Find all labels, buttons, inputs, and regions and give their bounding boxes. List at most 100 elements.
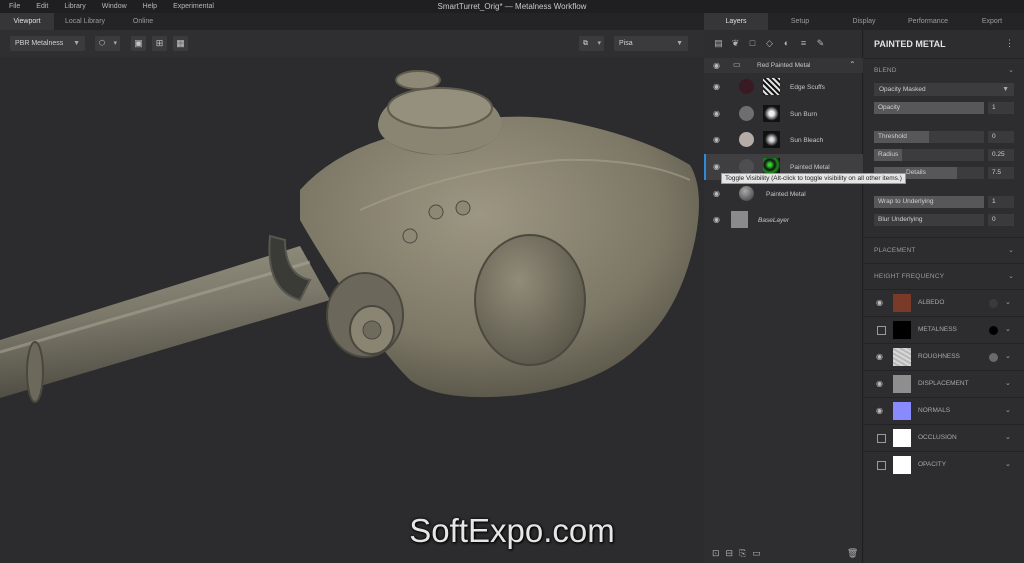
menu-experimental[interactable]: Experimental: [165, 3, 222, 10]
menu-window[interactable]: Window: [94, 3, 135, 10]
channel-color-dot[interactable]: [989, 326, 998, 335]
normals-swatch[interactable]: [893, 402, 911, 420]
material-mode-dropdown[interactable]: PBR Metalness ▼: [10, 36, 85, 51]
more-options-icon[interactable]: ⋮: [1005, 38, 1014, 49]
drop-icon[interactable]: ◇: [763, 37, 776, 50]
eye-icon[interactable]: ◉: [713, 82, 720, 91]
tab-export[interactable]: Export: [960, 13, 1024, 30]
chevron-up-icon[interactable]: ⌃: [849, 60, 856, 69]
camera-dropdown[interactable]: ⧉ ▾: [579, 36, 604, 51]
opacity-slider[interactable]: Opacity: [874, 102, 984, 114]
tab-viewport[interactable]: Viewport: [0, 13, 54, 30]
tab-display[interactable]: Display: [832, 13, 896, 30]
tab-performance[interactable]: Performance: [896, 13, 960, 30]
chevron-down-icon[interactable]: ⌄: [1005, 433, 1011, 441]
details-value[interactable]: 7.5: [988, 167, 1014, 179]
layer-add-icon[interactable]: ▤: [712, 37, 725, 50]
trash-icon[interactable]: 🗑: [847, 548, 858, 559]
layer-group-row[interactable]: ◉ ▭ Red Painted Metal ⌃: [704, 58, 863, 73]
menu-edit[interactable]: Edit: [28, 3, 56, 10]
tab-online[interactable]: Online: [116, 13, 170, 30]
shading-dropdown[interactable]: ⬡ ▾: [95, 36, 120, 51]
eye-icon[interactable]: ◉: [876, 298, 883, 307]
chevron-down-icon[interactable]: ⌄: [1005, 379, 1011, 387]
new-layer-icon[interactable]: ⊡: [712, 548, 720, 559]
folder-icon[interactable]: ▭: [752, 548, 761, 559]
chevron-down-icon[interactable]: ⌄: [1008, 246, 1014, 254]
eye-icon[interactable]: ◉: [713, 162, 720, 171]
environment-dropdown[interactable]: Pisa ▼: [614, 36, 688, 51]
channel-color-dot[interactable]: [989, 353, 998, 362]
menu-library[interactable]: Library: [56, 3, 93, 10]
opacity-value[interactable]: 1: [988, 102, 1014, 114]
chevron-down-icon[interactable]: ⌄: [1005, 406, 1011, 414]
eye-icon[interactable]: ◉: [876, 352, 883, 361]
threshold-slider[interactable]: Threshold: [874, 131, 984, 143]
radius-slider[interactable]: Radius: [874, 149, 984, 161]
layer-row-painted-metal[interactable]: ◉ Painted Metal: [704, 181, 863, 207]
radius-value[interactable]: 0.25: [988, 149, 1014, 161]
eye-icon[interactable]: ◉: [713, 109, 720, 118]
chevron-down-icon[interactable]: ⌄: [1008, 66, 1014, 74]
visibility-checkbox[interactable]: [877, 461, 886, 470]
chevron-down-icon[interactable]: ⌄: [1008, 272, 1014, 280]
tab-setup[interactable]: Setup: [768, 13, 832, 30]
mask-thumbnail: [763, 131, 780, 148]
placement-section-header[interactable]: PLACEMENT: [874, 247, 916, 254]
quad-view-button[interactable]: ⊞: [152, 36, 167, 51]
chevron-down-icon[interactable]: ⌄: [1005, 325, 1011, 333]
channel-row-occlusion[interactable]: OCCLUSION ⌄: [864, 425, 1024, 451]
layer-row-sun-burn[interactable]: ◉ Sun Burn: [704, 101, 863, 127]
channel-color-dot[interactable]: [989, 299, 998, 308]
chevron-down-icon[interactable]: ⌄: [1005, 352, 1011, 360]
eye-icon[interactable]: ◉: [713, 135, 720, 144]
channel-row-albedo[interactable]: ◉ ALBEDO ⌄: [864, 290, 1024, 316]
menu-file[interactable]: File: [0, 3, 28, 10]
displacement-swatch[interactable]: [893, 375, 911, 393]
tab-layers[interactable]: Layers: [704, 13, 768, 30]
channel-row-normals[interactable]: ◉ NORMALS ⌄: [864, 398, 1024, 424]
eye-icon[interactable]: ◉: [713, 61, 720, 70]
brush-icon[interactable]: ✎: [814, 37, 827, 50]
channel-row-displacement[interactable]: ◉ DISPLACEMENT ⌄: [864, 371, 1024, 397]
square-icon[interactable]: □: [746, 37, 759, 50]
chevron-down-icon[interactable]: ⌄: [1005, 460, 1011, 468]
metalness-swatch[interactable]: [893, 321, 911, 339]
channel-row-roughness[interactable]: ◉ ROUGHNESS ⌄: [864, 344, 1024, 370]
channel-row-opacity[interactable]: OPACITY ⌄: [864, 452, 1024, 478]
wrap-underlying-slider[interactable]: Wrap to Underlying: [874, 196, 984, 208]
roughness-swatch[interactable]: [893, 348, 911, 366]
viewport-canvas[interactable]: [0, 57, 704, 563]
eye-icon[interactable]: ◉: [876, 379, 883, 388]
leaf-icon[interactable]: ❦: [729, 37, 742, 50]
image-view-button[interactable]: ▣: [131, 36, 146, 51]
grid-view-button[interactable]: ▦: [173, 36, 188, 51]
blur-underlying-slider[interactable]: Blur Underlying: [874, 214, 984, 226]
eye-icon[interactable]: ◉: [713, 215, 720, 224]
visibility-checkbox[interactable]: [877, 326, 886, 335]
occlusion-swatch[interactable]: [893, 429, 911, 447]
tab-local-library[interactable]: Local Library: [54, 13, 116, 30]
albedo-swatch[interactable]: [893, 294, 911, 312]
duplicate-icon[interactable]: ⎘: [739, 548, 746, 559]
eye-icon[interactable]: ◉: [876, 406, 883, 415]
adjust-icon[interactable]: ◐: [780, 37, 793, 50]
threshold-value[interactable]: 0: [988, 131, 1014, 143]
eye-icon[interactable]: ◉: [713, 189, 720, 198]
blend-mode-dropdown[interactable]: Opacity Masked ▼: [874, 83, 1014, 96]
radius-label: Radius: [878, 151, 899, 158]
menu-help[interactable]: Help: [135, 3, 165, 10]
wrap-value[interactable]: 1: [988, 196, 1014, 208]
height-frequency-section-header[interactable]: HEIGHT FREQUENCY: [874, 273, 944, 280]
layer-row-baselayer[interactable]: ◉ BaseLayer: [704, 207, 863, 233]
visibility-checkbox[interactable]: [877, 434, 886, 443]
blur-value[interactable]: 0: [988, 214, 1014, 226]
chevron-down-icon[interactable]: ⌄: [1005, 298, 1011, 306]
list-icon[interactable]: ≡: [797, 37, 810, 50]
new-mask-icon[interactable]: ⊟: [726, 548, 734, 559]
channel-row-metalness[interactable]: METALNESS ⌄: [864, 317, 1024, 343]
opacity-swatch[interactable]: [893, 456, 911, 474]
layer-row-sun-bleach[interactable]: ◉ Sun Bleach: [704, 127, 863, 153]
layer-row-edge-scuffs[interactable]: ◉ Edge Scuffs: [704, 74, 863, 100]
blend-section-header[interactable]: BLEND: [874, 67, 897, 74]
